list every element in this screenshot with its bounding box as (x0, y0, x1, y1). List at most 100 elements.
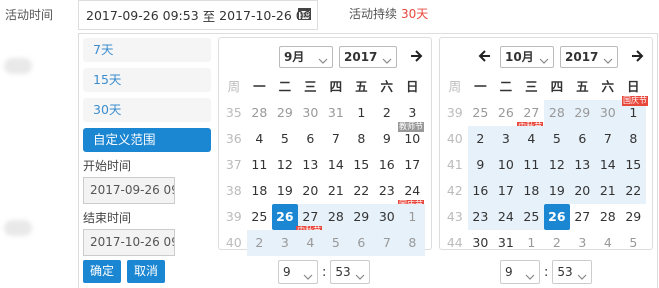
day-cell[interactable]: 26 (493, 100, 518, 126)
day-cell[interactable]: 17 (493, 178, 519, 204)
day-cell[interactable]: 14 (323, 152, 348, 178)
day-cell[interactable]: 16 (374, 152, 399, 178)
day-cell[interactable]: 7 (323, 126, 348, 152)
day-cell[interactable]: 1 (349, 100, 374, 126)
day-cell[interactable]: 3 (570, 230, 595, 256)
day-cell[interactable]: 21 (595, 178, 621, 204)
day-cell[interactable]: 31 (493, 230, 518, 256)
day-cell[interactable]: 29 (348, 204, 375, 230)
day-cell[interactable]: 5 (621, 230, 646, 256)
day-cell[interactable]: 4 (595, 230, 620, 256)
date-range-input[interactable]: 2017-09-26 09:53 至 2017-10-26 09 (78, 0, 318, 30)
day-cell[interactable]: 24 (493, 204, 519, 230)
year-select[interactable]: 2017 (339, 46, 397, 68)
day-cell[interactable]: 20 (298, 178, 323, 204)
day-cell[interactable]: 11 (247, 152, 272, 178)
day-cell[interactable]: 27中秋节 (296, 204, 324, 236)
day-cell[interactable]: 29 (621, 204, 646, 230)
day-cell[interactable]: 28 (323, 204, 349, 230)
day-cell[interactable]: 3 (272, 230, 298, 256)
start-time-input[interactable]: 2017-09-26 09:53 (83, 177, 175, 204)
day-cell[interactable]: 27中秋节 (517, 100, 544, 132)
day-cell[interactable]: 28 (544, 100, 570, 126)
day-cell[interactable]: 13 (298, 152, 323, 178)
day-cell[interactable]: 11 (518, 152, 545, 178)
day-cell[interactable]: 14 (595, 152, 621, 178)
day-cell[interactable]: 23 (467, 204, 494, 230)
day-cell[interactable]: 12 (272, 152, 297, 178)
day-cell[interactable]: 8 (620, 126, 647, 152)
next-month-arrow-icon[interactable] (409, 49, 423, 63)
day-cell[interactable]: 1 (519, 230, 544, 256)
day-cell[interactable]: 28 (247, 100, 272, 126)
minute-select[interactable]: 53 (552, 260, 593, 284)
day-cell[interactable]: 6 (298, 126, 323, 152)
day-cell[interactable]: 2 (544, 230, 569, 256)
day-cell[interactable]: 30 (595, 100, 621, 126)
day-cell[interactable]: 30 (468, 230, 493, 256)
day-cell[interactable]: 30 (298, 100, 323, 126)
day-cell[interactable]: 2 (467, 126, 494, 152)
day-cell[interactable]: 25 (468, 100, 493, 126)
day-cell[interactable]: 13 (569, 152, 596, 178)
day-cell[interactable]: 6 (348, 230, 375, 256)
day-cell[interactable]: 18 (247, 178, 272, 204)
minute-select[interactable]: 53 (330, 260, 371, 284)
day-cell[interactable]: 2 (374, 100, 399, 126)
day-cell[interactable]: 27 (570, 204, 595, 230)
day-cell[interactable]: 30 (374, 204, 400, 230)
day-cell[interactable]: 17 (400, 152, 425, 178)
day-cell[interactable]: 18 (518, 178, 545, 204)
selected-day[interactable]: 26 (272, 204, 298, 230)
range-custom[interactable]: 自定义范围 (83, 128, 211, 152)
day-cell[interactable]: 5 (323, 230, 349, 256)
day-cell[interactable]: 15 (620, 152, 647, 178)
day-cell[interactable]: 16 (467, 178, 494, 204)
day-cell[interactable]: 25 (247, 204, 272, 230)
day-cell[interactable]: 20 (569, 178, 596, 204)
day-cell[interactable]: 31 (323, 100, 348, 126)
day-cell[interactable]: 10 (493, 152, 519, 178)
cancel-button[interactable]: 取消 (127, 260, 166, 283)
day-cell[interactable]: 9 (467, 152, 494, 178)
prev-month-arrow-icon[interactable] (478, 49, 492, 63)
day-cell[interactable]: 25 (518, 204, 545, 230)
day-cell[interactable]: 22 (620, 178, 647, 204)
day-cell[interactable]: 3 教师节 (398, 100, 425, 132)
day-cell[interactable]: 28 (595, 204, 620, 230)
range-30-days[interactable]: 30天 (83, 98, 211, 122)
day-cell[interactable]: 1 国庆节 (620, 96, 649, 126)
day-cell[interactable]: 5 (544, 126, 570, 152)
year-select[interactable]: 2017 (560, 46, 618, 68)
day-cell[interactable]: 1 (399, 204, 426, 230)
day-cell[interactable]: 29 (569, 100, 596, 126)
month-select[interactable]: 10月 (500, 46, 554, 68)
day-cell[interactable]: 12 (544, 152, 570, 178)
day-cell[interactable]: 21 (323, 178, 348, 204)
day-cell[interactable]: 15 (349, 152, 374, 178)
day-cell[interactable]: 8 (349, 126, 374, 152)
day-cell[interactable]: 19 (544, 178, 570, 204)
day-cell[interactable]: 29 (272, 100, 297, 126)
day-cell[interactable]: 23 (374, 178, 399, 204)
day-cell[interactable]: 6 (569, 126, 596, 152)
day-cell[interactable]: 4 (297, 230, 324, 256)
day-cell[interactable]: 7 (595, 126, 621, 152)
range-15-days[interactable]: 15天 (83, 68, 211, 92)
day-cell[interactable]: 19 (272, 178, 297, 204)
day-cell[interactable]: 9 (374, 126, 399, 152)
calendar-icon[interactable] (298, 7, 311, 20)
next-month-arrow-icon[interactable] (630, 49, 644, 63)
month-select[interactable]: 9月 (279, 46, 333, 68)
day-cell[interactable]: 22 (349, 178, 374, 204)
confirm-button[interactable]: 确定 (83, 260, 122, 283)
day-cell[interactable]: 3 (493, 126, 519, 152)
day-cell[interactable]: 24国庆节 (398, 178, 425, 210)
hour-select[interactable]: 9 (500, 260, 540, 284)
day-cell[interactable]: 4 (518, 126, 545, 152)
day-cell[interactable]: 4 (247, 126, 272, 152)
day-cell[interactable]: 5 (272, 126, 297, 152)
end-time-input[interactable]: 2017-10-26 09:53 (83, 229, 175, 256)
hour-select[interactable]: 9 (278, 260, 318, 284)
day-cell[interactable]: 7 (374, 230, 400, 256)
